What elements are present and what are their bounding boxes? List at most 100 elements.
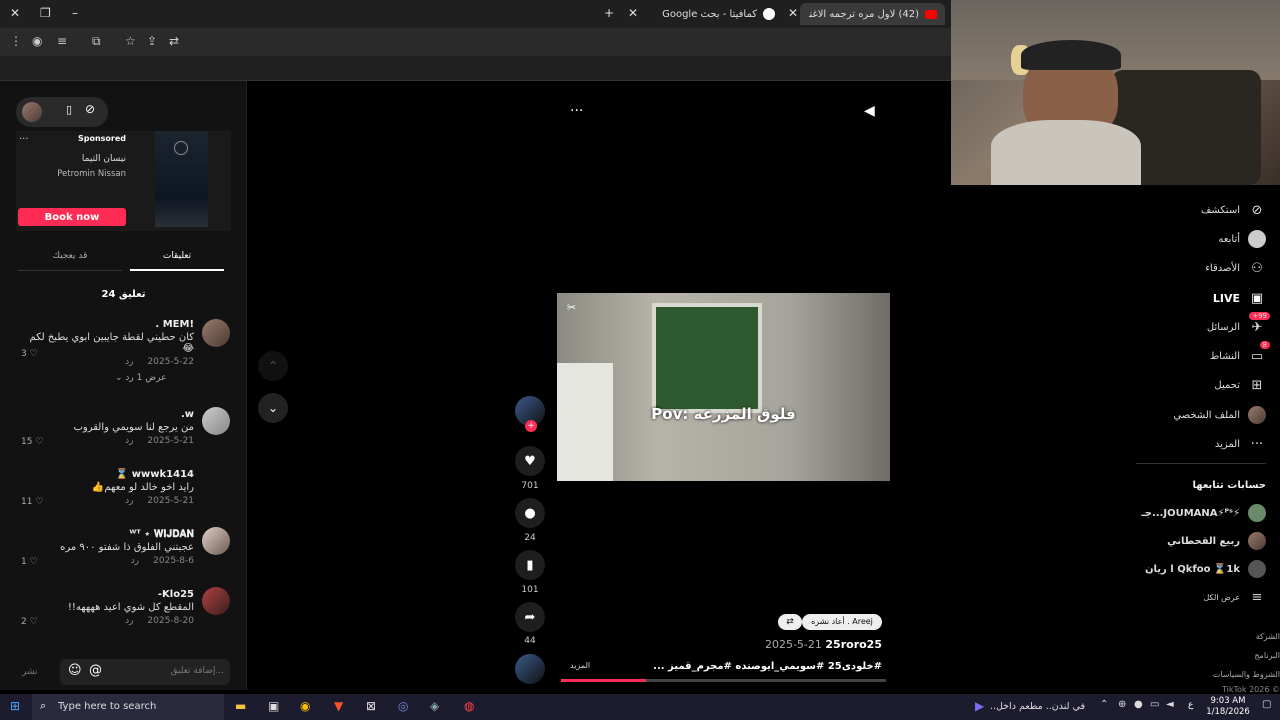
comment-user[interactable]: Klo25-: [19, 589, 194, 600]
reply-button[interactable]: رد: [125, 616, 133, 626]
like-count[interactable]: 1 ♡: [21, 557, 38, 567]
video-hashtags[interactable]: #خلودی25 #سويمي_ايوصنده #مجرم_قميز ...: [600, 661, 882, 672]
restore-window-icon[interactable]: ❐: [40, 6, 51, 20]
avatar[interactable]: [202, 407, 230, 435]
translate-icon[interactable]: ⇄: [169, 34, 179, 48]
app-icon[interactable]: ⊠: [366, 699, 376, 713]
compass-icon[interactable]: ⊘: [85, 102, 95, 116]
share-button[interactable]: ➦: [515, 602, 545, 632]
nav-live[interactable]: ▣ LIVE: [1213, 288, 1266, 308]
nav-label: استكشف: [1201, 204, 1240, 216]
media-play-icon[interactable]: ▶: [975, 699, 984, 713]
like-count[interactable]: 11 ♡: [21, 497, 43, 507]
next-video-button[interactable]: ⌄: [258, 393, 288, 423]
discord-icon[interactable]: ◎: [398, 699, 408, 713]
windows-start-icon[interactable]: ⊞: [10, 699, 20, 713]
obs-icon[interactable]: ◍: [464, 699, 474, 713]
reply-button[interactable]: رد: [131, 556, 139, 566]
like-count[interactable]: 2 ♡: [21, 617, 38, 627]
brave-icon[interactable]: ▼: [334, 699, 343, 713]
menu-dots-icon[interactable]: ⋮: [10, 34, 22, 48]
save-button[interactable]: ▮: [515, 550, 545, 580]
nav-activity[interactable]: ▭ 8 النشاط: [1210, 341, 1270, 366]
file-explorer-icon[interactable]: ▬: [235, 699, 246, 713]
progress-bar[interactable]: [561, 679, 886, 682]
more-link[interactable]: المزيد: [570, 661, 590, 670]
comment-input[interactable]: ☺ @ إضافة تعليق...: [60, 659, 230, 685]
tab-comments[interactable]: تعليقات: [130, 251, 224, 271]
post-button[interactable]: نشر: [22, 667, 38, 677]
avatar[interactable]: [202, 527, 230, 555]
nav-following[interactable]: أتابعه: [1218, 229, 1266, 249]
minimize-window-icon[interactable]: –: [72, 6, 78, 20]
nav-upload[interactable]: ⊞ تحميل: [1214, 375, 1266, 395]
sound-disc-icon[interactable]: [515, 654, 545, 684]
reply-button[interactable]: رد: [125, 496, 133, 506]
bookmark-star-icon[interactable]: ☆: [125, 34, 136, 48]
more-dots-icon[interactable]: ···: [570, 103, 583, 119]
tab-youtube[interactable]: (42) لاول مره ترجمه الاغنيه العس...: [800, 3, 945, 25]
profile-icon[interactable]: ◉: [32, 34, 42, 48]
reply-button[interactable]: رد: [125, 357, 133, 367]
comment-user[interactable]: !MEM .: [19, 319, 194, 330]
comment-button[interactable]: ●: [515, 498, 545, 528]
like-count[interactable]: 3 ♡: [21, 349, 38, 359]
notifications-icon[interactable]: ▢: [1262, 699, 1271, 710]
follow-plus-icon[interactable]: +: [525, 420, 537, 432]
extensions-icon[interactable]: ⧉: [92, 34, 101, 49]
avatar[interactable]: [202, 587, 230, 615]
nav-explore[interactable]: ⊘ استكشف: [1201, 200, 1266, 220]
comment-user[interactable]: wwwk1414 ⌛: [19, 469, 194, 480]
following-account[interactable]: ⚡JOUMANA⚡ᴾˢ...جـ: [1141, 503, 1266, 523]
footer-terms[interactable]: الشروط والسياسات: [1213, 670, 1280, 679]
comment-user[interactable]: ᵂᵀ ⋆ 𝐖𝐈𝐉𝐃𝐀𝐍: [19, 529, 194, 540]
steam-icon[interactable]: ◈: [430, 699, 439, 713]
repost-badge[interactable]: Areej . أعاد نشره: [802, 614, 882, 630]
media-title[interactable]: في لندن.. مطعم داخل...: [990, 701, 1085, 712]
nav-more[interactable]: ··· المزيد: [1215, 434, 1266, 454]
comment-user[interactable]: w.: [19, 409, 194, 420]
mention-icon[interactable]: @: [89, 663, 102, 678]
share-icon[interactable]: ⇪: [147, 34, 157, 48]
like-count[interactable]: 15 ♡: [21, 437, 43, 447]
store-icon[interactable]: ▣: [268, 699, 279, 713]
phone-icon[interactable]: ▯: [66, 103, 72, 116]
nav-messages[interactable]: ✈ 99+ الرسائل: [1207, 312, 1270, 337]
repost-icon[interactable]: ⇄: [778, 614, 802, 630]
video-author[interactable]: 25roro25: [825, 638, 882, 651]
emoji-icon[interactable]: ☺: [68, 663, 82, 678]
view-replies-button[interactable]: عرض 1 رد ⌄: [115, 373, 166, 383]
like-button[interactable]: ♥: [515, 446, 545, 476]
avatar[interactable]: [22, 102, 42, 122]
footer-program[interactable]: البرنامج: [1254, 651, 1280, 660]
reply-button[interactable]: رد: [125, 436, 133, 446]
tab-close-icon[interactable]: ✕: [628, 6, 638, 20]
close-window-icon[interactable]: ✕: [10, 6, 20, 20]
book-now-button[interactable]: Book now: [18, 208, 126, 226]
network-icon[interactable]: ▭: [1150, 699, 1159, 710]
footer-company[interactable]: الشركة: [1256, 632, 1280, 641]
following-account[interactable]: ربيع القحطاني: [1167, 531, 1266, 551]
taskbar-search[interactable]: ⌕ Type here to search: [32, 694, 224, 720]
tray-icon[interactable]: ⊕: [1118, 699, 1126, 710]
volume-icon[interactable]: ◄: [1166, 699, 1174, 710]
language-indicator[interactable]: ع: [1188, 700, 1193, 710]
nav-friends[interactable]: ⚇ الأصدقاء: [1205, 258, 1266, 278]
new-tab-icon[interactable]: +: [604, 6, 614, 20]
avatar[interactable]: [202, 319, 230, 347]
playlist-icon[interactable]: ≡: [57, 34, 67, 48]
prev-video-button[interactable]: ⌃: [258, 351, 288, 381]
microphone-icon[interactable]: ●: [1134, 699, 1143, 710]
tray-chevron-icon[interactable]: ⌃: [1100, 699, 1108, 710]
tab-close-icon[interactable]: ✕: [788, 6, 798, 20]
more-dots-icon[interactable]: ···: [19, 134, 29, 145]
video-player[interactable]: ✂ Pov: فلوق المزرعه: [557, 293, 890, 481]
chrome-icon[interactable]: ◉: [300, 699, 310, 713]
following-account[interactable]: Qkfoo ⌛1k ا ريان: [1145, 559, 1266, 579]
see-all-link[interactable]: ≡ عرض الكل: [1203, 587, 1266, 607]
tab-google[interactable]: كمافيتا - بحث Google: [650, 3, 775, 25]
nav-profile[interactable]: الملف الشخصي: [1173, 405, 1266, 425]
volume-icon[interactable]: ◀: [864, 103, 875, 119]
tab-you-may-like[interactable]: قد يعجبك: [18, 251, 122, 271]
taskbar-clock[interactable]: 9:03 AM 1/18/2026: [1203, 696, 1253, 718]
